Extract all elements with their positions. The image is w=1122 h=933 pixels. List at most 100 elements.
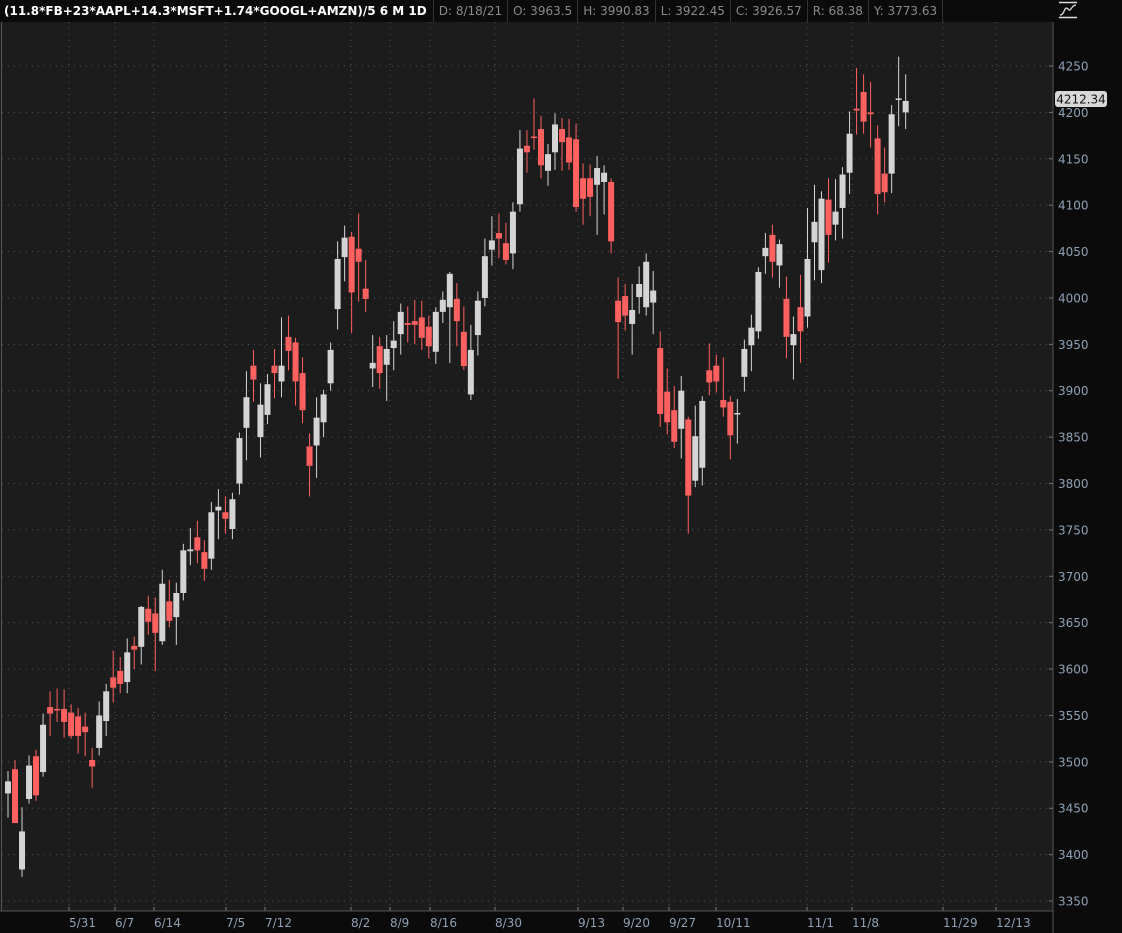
candle-body (12, 769, 19, 824)
candle-body (818, 198, 825, 271)
y-tick-label: 4100 (1058, 199, 1089, 213)
candle-body (713, 365, 720, 382)
candle-body (313, 417, 320, 446)
candle-body (33, 756, 40, 796)
last-price-text: 4212.34 (1056, 93, 1106, 107)
candle-up[interactable] (643, 253, 650, 316)
candle-body (474, 300, 481, 336)
candle-body (523, 145, 530, 153)
candle-body (495, 233, 502, 239)
candle-body (615, 300, 622, 323)
candle-body (180, 550, 187, 593)
candle-body (902, 100, 909, 113)
x-tick-label: 11/8 (852, 916, 879, 930)
y-tick-label: 3850 (1058, 431, 1089, 445)
candle-body (587, 178, 594, 197)
y-tick-label: 3550 (1058, 709, 1089, 723)
candle-body (138, 606, 145, 647)
candle-body (734, 412, 741, 415)
candle-body (545, 154, 552, 171)
y-tick-label: 4250 (1058, 60, 1089, 74)
candle-body (537, 129, 544, 166)
y-tick-label: 3350 (1058, 895, 1089, 909)
candle-up[interactable] (755, 267, 762, 339)
y-tick-label: 3650 (1058, 616, 1089, 630)
candle-up[interactable] (818, 191, 825, 284)
x-tick-label: 8/30 (495, 916, 522, 930)
y-tick-label: 4050 (1058, 245, 1089, 259)
candle-body (453, 298, 460, 322)
curve-icon[interactable] (1058, 1, 1078, 19)
x-tick-label: 12/13 (996, 916, 1031, 930)
candle-body (502, 243, 509, 260)
candle-body (411, 321, 418, 325)
candle-down[interactable] (33, 749, 40, 801)
candle-body (580, 178, 587, 199)
candlestick-chart[interactable]: 3350 3400 3450 3500 3550 3600 3650 3700 3750 3800… (0, 0, 1122, 933)
symbol-label[interactable]: (11.8*FB+23*AAPL+14.3*MSFT+1.74*GOOGL+AM… (0, 0, 434, 22)
candle-body (250, 365, 257, 380)
candle-body (376, 346, 383, 374)
candle-body (96, 715, 103, 748)
y-tick-label: 3500 (1058, 755, 1089, 769)
x-tick-label: 9/13 (578, 916, 605, 930)
x-tick-label: 9/20 (623, 916, 650, 930)
candle-body (5, 781, 11, 794)
candle-body (797, 307, 804, 332)
last-price-label: 4212.34 (1055, 91, 1107, 107)
candle-body (530, 136, 537, 139)
candle-body (208, 512, 215, 559)
candle-body (278, 365, 285, 382)
x-tick-label: 7/5 (226, 916, 245, 930)
candle-body (467, 349, 474, 395)
candle-body (895, 98, 902, 100)
x-tick-label: 11/29 (943, 916, 978, 930)
x-tick-label: 5/31 (69, 916, 96, 930)
candle-body (552, 124, 559, 153)
x-tick-label: 8/2 (351, 916, 370, 930)
candle-body (776, 244, 783, 266)
candle-body (257, 404, 264, 438)
candle-body (103, 691, 110, 722)
candle-body (222, 512, 229, 519)
candle-body (783, 298, 790, 337)
candle-body (657, 348, 664, 414)
candle-body (594, 168, 601, 185)
candle-body (369, 362, 376, 369)
high-readout: H: 3990.83 (578, 0, 656, 22)
candle-down[interactable] (12, 759, 19, 824)
candle-body (145, 608, 152, 622)
candle-body (425, 326, 432, 347)
candle-body (40, 724, 47, 773)
candle-body (432, 311, 439, 352)
date-readout: D: 8/18/21 (434, 0, 509, 22)
candle-body (75, 716, 82, 736)
x-tick-label: 8/9 (390, 916, 409, 930)
candle-body (825, 199, 832, 235)
candle-body (418, 317, 425, 338)
candle-body (383, 348, 390, 365)
candle-body (341, 237, 348, 258)
candle-body (334, 258, 341, 310)
candle-body (61, 708, 68, 722)
candle-body (117, 670, 124, 684)
candle-body (159, 583, 166, 642)
candle-body (790, 334, 797, 346)
candle-up[interactable] (180, 543, 187, 601)
candle-body (804, 258, 811, 317)
candle-body (124, 652, 131, 683)
candle-body (769, 234, 776, 262)
x-tick-label: 9/27 (669, 916, 696, 930)
candle-body (622, 296, 629, 316)
candle-body (678, 390, 685, 429)
chart-header: (11.8*FB+23*AAPL+14.3*MSFT+1.74*GOOGL+AM… (0, 0, 1053, 22)
candle-body (573, 139, 580, 208)
candle-body (748, 327, 755, 346)
low-readout: L: 3922.45 (656, 0, 731, 22)
candle-body (601, 172, 608, 182)
candle-body (488, 240, 495, 250)
x-tick-label: 10/11 (716, 916, 751, 930)
candle-body (559, 129, 566, 143)
candle-body (390, 340, 397, 349)
candle-body (166, 601, 173, 621)
